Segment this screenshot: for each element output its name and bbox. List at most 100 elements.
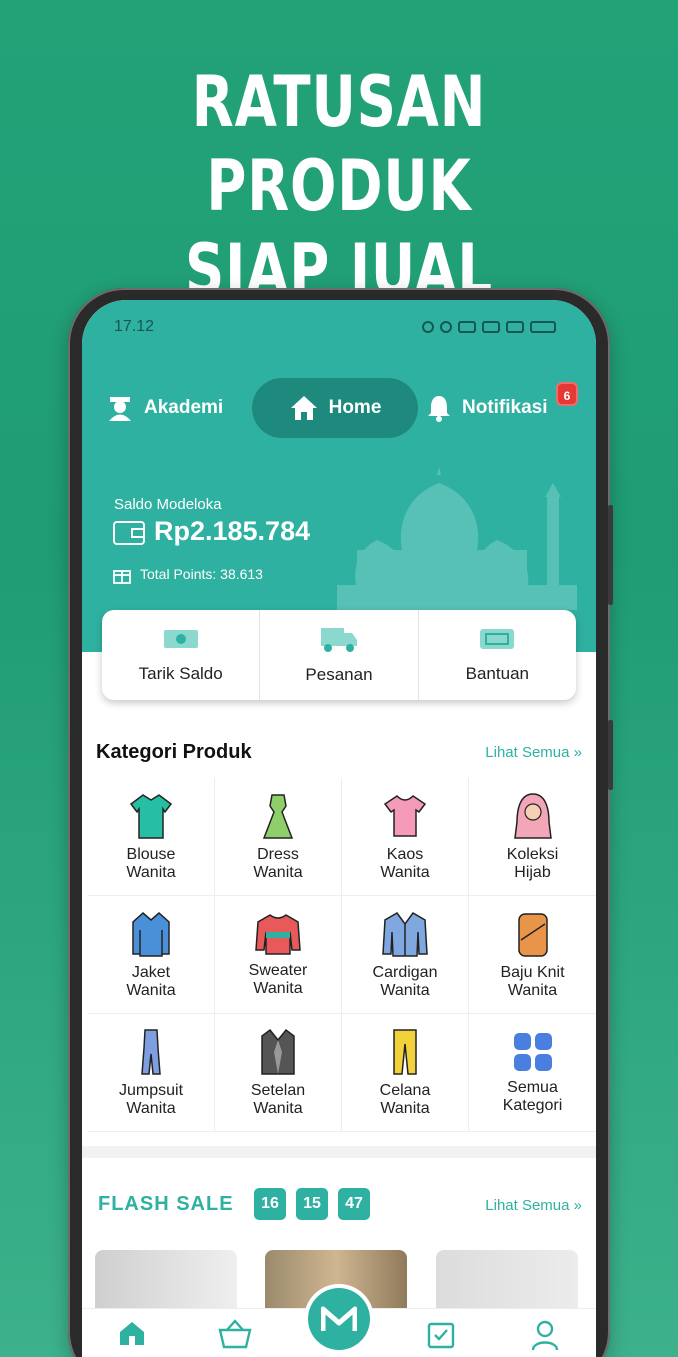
nav-notifikasi-label: Notifikasi <box>462 397 548 418</box>
jacket-icon <box>132 911 170 957</box>
action-bar: Tarik Saldo Pesanan Bantuan <box>102 610 576 700</box>
dress-icon <box>262 793 294 839</box>
category-label: Semua <box>507 1078 558 1096</box>
ticket-icon <box>480 629 515 649</box>
kategori-title: Kategori Produk <box>96 741 252 763</box>
tarik-saldo-label: Tarik Saldo <box>138 664 223 683</box>
category-sublabel: Wanita <box>380 863 430 881</box>
status-time: 17.12 <box>114 318 155 335</box>
bantuan-button[interactable]: Bantuan <box>419 610 576 700</box>
category-sublabel: Kategori <box>502 1096 563 1114</box>
category-blouse[interactable]: Blouse Wanita <box>88 778 215 896</box>
bottom-home-icon[interactable] <box>118 1319 146 1347</box>
signal-2-icon <box>506 321 524 333</box>
category-hijab[interactable]: Koleksi Hijab <box>469 778 596 896</box>
category-celana[interactable]: Celana Wanita <box>342 1014 469 1132</box>
category-label: Kaos <box>386 845 424 863</box>
bantuan-label: Bantuan <box>465 664 529 683</box>
notification-badge: 6 <box>556 382 578 406</box>
total-points: Total Points: 38.613 <box>140 566 263 582</box>
sweater-icon <box>255 913 301 955</box>
category-sublabel: Wanita <box>507 981 558 999</box>
phone-side-button <box>608 720 613 790</box>
category-jaket[interactable]: Jaket Wanita <box>88 896 215 1014</box>
category-sublabel: Wanita <box>126 981 176 999</box>
suit-icon <box>261 1028 295 1075</box>
nav-akademi[interactable]: Akademi <box>106 378 223 438</box>
signal-icon <box>482 321 500 333</box>
saldo-amount: Rp2.185.784 <box>154 516 311 546</box>
status-bar: 17.12 <box>114 316 556 338</box>
profile-icon[interactable] <box>530 1319 560 1351</box>
order-check-icon[interactable] <box>426 1319 456 1349</box>
category-knit[interactable]: Baju Knit Wanita <box>469 896 596 1014</box>
alarm-icon <box>440 321 452 333</box>
header-area: 17.12 Akademi Home Notifikasi 6 Saldo Mo… <box>82 300 596 652</box>
category-grid: Blouse Wanita Dress Wanita Kaos Wanita K… <box>88 778 596 1138</box>
category-label: Koleksi <box>506 845 559 863</box>
truck-icon <box>320 628 357 652</box>
pesanan-label: Pesanan <box>305 665 373 684</box>
hijab-icon <box>513 792 552 839</box>
mosque-illustration <box>337 467 577 610</box>
category-label: Dress <box>257 845 299 863</box>
category-semua[interactable]: Semua Kategori <box>469 1014 596 1132</box>
category-dress[interactable]: Dress Wanita <box>215 778 342 896</box>
category-label: Blouse <box>126 845 176 863</box>
nav-notifikasi[interactable]: Notifikasi 6 <box>426 378 578 438</box>
bell-icon <box>428 396 450 422</box>
grid-icon <box>513 1032 552 1071</box>
category-label: Celana <box>379 1081 431 1099</box>
category-sweater[interactable]: Sweater Wanita <box>215 896 342 1014</box>
headset-icon <box>422 321 434 333</box>
category-label: Setelan <box>250 1081 306 1099</box>
category-sublabel: Wanita <box>380 1099 430 1117</box>
category-setelan[interactable]: Setelan Wanita <box>215 1014 342 1132</box>
category-sublabel: Wanita <box>380 981 430 999</box>
headline-line-1: RATUSAN PRODUK <box>191 61 487 227</box>
gift-icon <box>113 570 131 584</box>
jumpsuit-icon <box>141 1028 161 1075</box>
flash-sale-timer: 16 15 47 <box>254 1188 370 1220</box>
nav-home-label: Home <box>328 397 382 418</box>
category-label: Sweater <box>248 961 308 979</box>
category-sublabel: Hijab <box>514 863 551 881</box>
category-label: Jaket <box>131 963 171 981</box>
blouse-icon <box>129 793 173 839</box>
flash-sale-title: FLASH SALE <box>98 1193 234 1215</box>
cardigan-icon <box>382 911 428 957</box>
category-sublabel: Wanita <box>253 979 303 997</box>
battery-icon <box>530 321 556 333</box>
flash-sale-see-all-link[interactable]: Lihat Semua » <box>485 1197 582 1214</box>
category-jumpsuit[interactable]: Jumpsuit Wanita <box>88 1014 215 1132</box>
nav-home[interactable]: Home <box>252 378 418 438</box>
saldo-label: Saldo Modeloka <box>114 496 222 513</box>
tshirt-icon <box>383 794 427 837</box>
section-divider <box>82 1146 596 1158</box>
knit-icon <box>517 912 548 957</box>
category-label: Cardigan <box>372 963 438 981</box>
app-screen: 17.12 Akademi Home Notifikasi 6 Saldo Mo… <box>82 300 596 1357</box>
category-kaos[interactable]: Kaos Wanita <box>342 778 469 896</box>
category-label: Jumpsuit <box>118 1081 184 1099</box>
status-icons <box>422 321 556 333</box>
nav-akademi-label: Akademi <box>144 397 224 418</box>
home-icon <box>290 396 317 420</box>
tarik-saldo-button[interactable]: Tarik Saldo <box>102 610 261 700</box>
wifi-icon <box>458 321 476 333</box>
pesanan-button[interactable]: Pesanan <box>260 610 419 700</box>
pants-icon <box>393 1028 417 1075</box>
points-row: Total Points: 38.613 <box>112 564 263 584</box>
money-icon <box>163 630 198 648</box>
headline: RATUSAN PRODUK SIAP JUAL <box>75 60 604 312</box>
category-sublabel: Wanita <box>126 863 176 881</box>
center-logo-button[interactable] <box>308 1288 370 1350</box>
category-sublabel: Wanita <box>126 1099 176 1117</box>
category-sublabel: Wanita <box>253 1099 303 1117</box>
saldo-row: Rp2.185.784 <box>112 516 310 547</box>
category-sublabel: Wanita <box>253 863 303 881</box>
category-cardigan[interactable]: Cardigan Wanita <box>342 896 469 1014</box>
basket-icon[interactable] <box>218 1319 252 1349</box>
kategori-see-all-link[interactable]: Lihat Semua » <box>485 744 582 761</box>
graduate-icon <box>109 397 131 421</box>
